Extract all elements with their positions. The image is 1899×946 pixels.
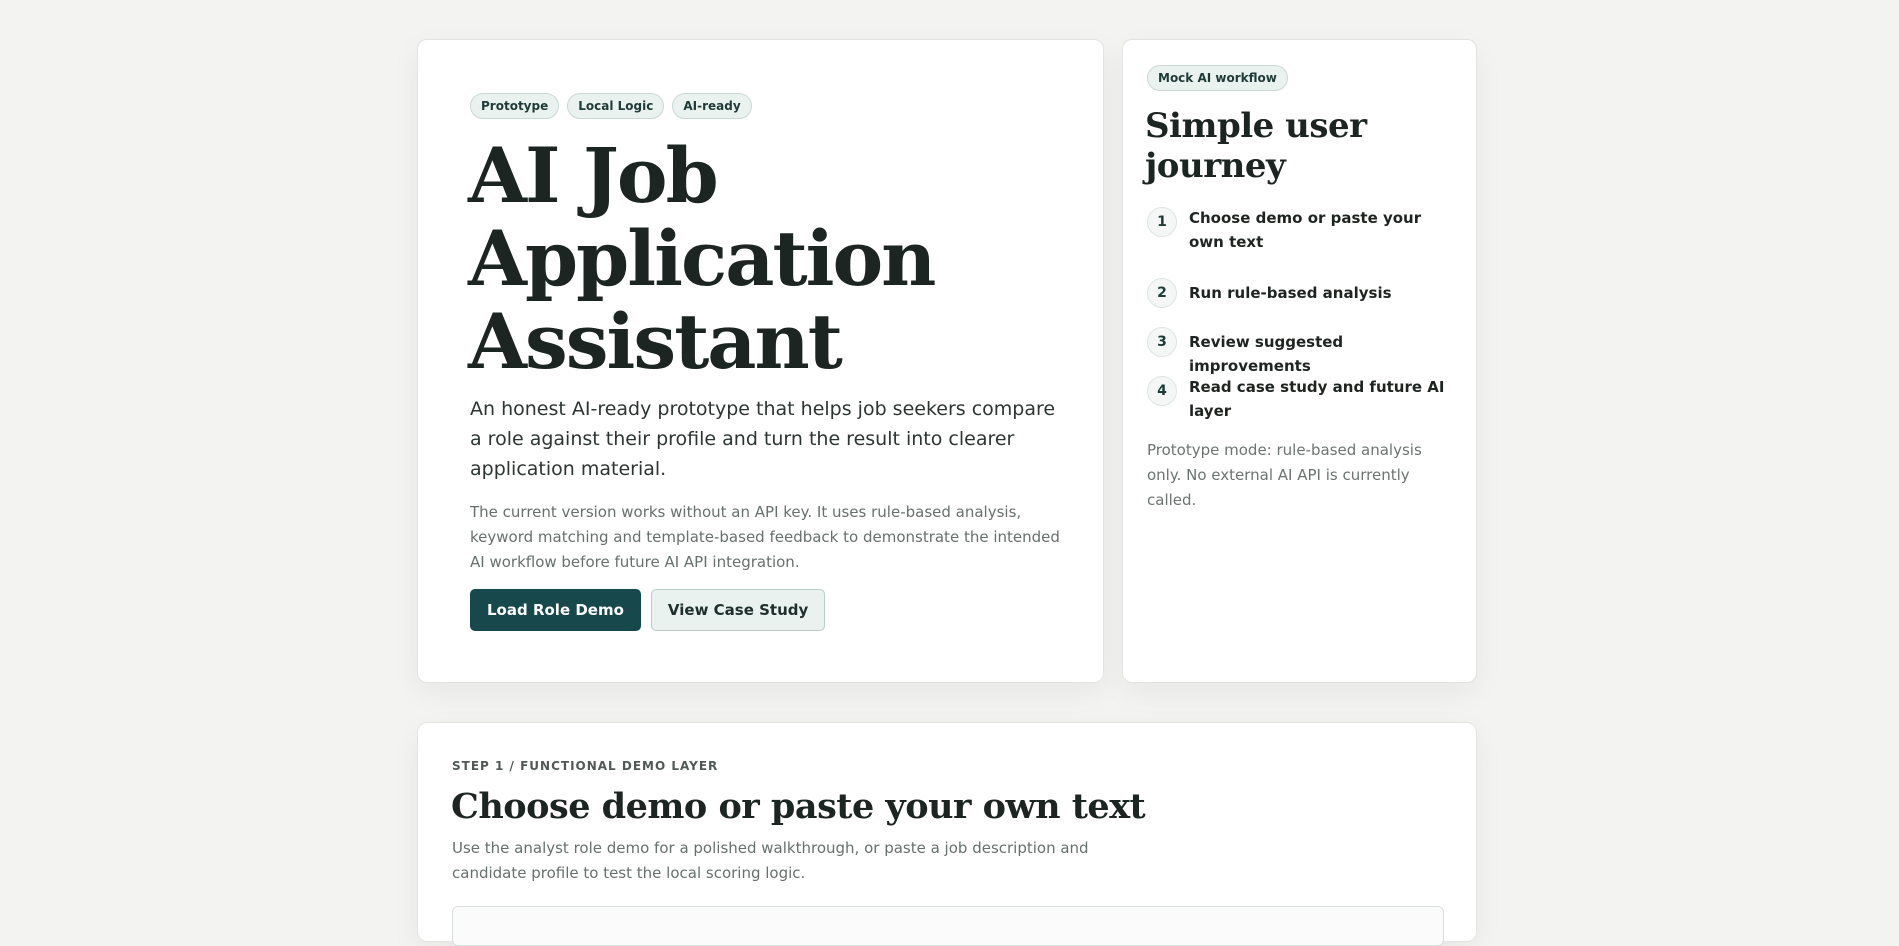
journey-step: 4 Read case study and future AI layer	[1147, 375, 1457, 446]
step-number: 2	[1147, 278, 1177, 308]
step-label: Review suggested improvements	[1189, 333, 1344, 375]
prototype-mode-note: Prototype mode: rule-based analysis only…	[1147, 441, 1422, 509]
hero-actions: Load Role Demo View Case Study	[470, 589, 826, 631]
demo-section-card: STEP 1 / FUNCTIONAL DEMO LAYER Choose de…	[417, 722, 1477, 946]
step-number: 4	[1147, 376, 1177, 406]
step-label: Run rule-based analysis	[1189, 284, 1392, 302]
journey-step: 3 Review suggested improvements	[1147, 326, 1457, 375]
tag-ai-ready: AI-ready	[672, 93, 752, 119]
load-role-demo-button[interactable]: Load Role Demo	[470, 589, 641, 631]
tag-prototype: Prototype	[470, 93, 560, 119]
step-label: Read case study and future AI layer	[1189, 378, 1445, 420]
tag-list: Prototype Local Logic AI-ready	[470, 93, 752, 119]
title-line-1: AI Job	[468, 131, 719, 220]
title-line-3: Assistant	[468, 297, 843, 386]
demo-section-title: Choose demo or paste your own text	[451, 786, 1146, 827]
journey-step: 1 Choose demo or paste your own text	[1147, 206, 1457, 277]
page-title: AI Job Application Assistant	[468, 134, 1068, 383]
view-case-study-button[interactable]: View Case Study	[650, 589, 826, 631]
hero-lead: An honest AI-ready prototype that helps …	[470, 398, 1056, 480]
hero-card: Prototype Local Logic AI-ready AI Job Ap…	[417, 39, 1104, 683]
step-eyebrow: STEP 1 / FUNCTIONAL DEMO LAYER	[452, 759, 719, 773]
step-label: Choose demo or paste your own text	[1189, 209, 1422, 251]
mock-workflow-badge: Mock AI workflow	[1147, 65, 1288, 91]
journey-title: Simple user journey	[1145, 106, 1367, 186]
demo-mode-selector[interactable]	[452, 906, 1444, 946]
tag-local-logic: Local Logic	[567, 93, 665, 119]
step-number: 3	[1147, 327, 1177, 357]
demo-section-description: Use the analyst role demo for a polished…	[452, 839, 1089, 882]
journey-step: 2 Run rule-based analysis	[1147, 277, 1457, 326]
step-number: 1	[1147, 207, 1177, 237]
title-line-2: Application	[468, 214, 936, 303]
hero-description: The current version works without an API…	[470, 503, 1060, 571]
journey-steps: 1 Choose demo or paste your own text 2 R…	[1147, 206, 1457, 446]
journey-card: Mock AI workflow Simple user journey 1 C…	[1122, 39, 1477, 683]
